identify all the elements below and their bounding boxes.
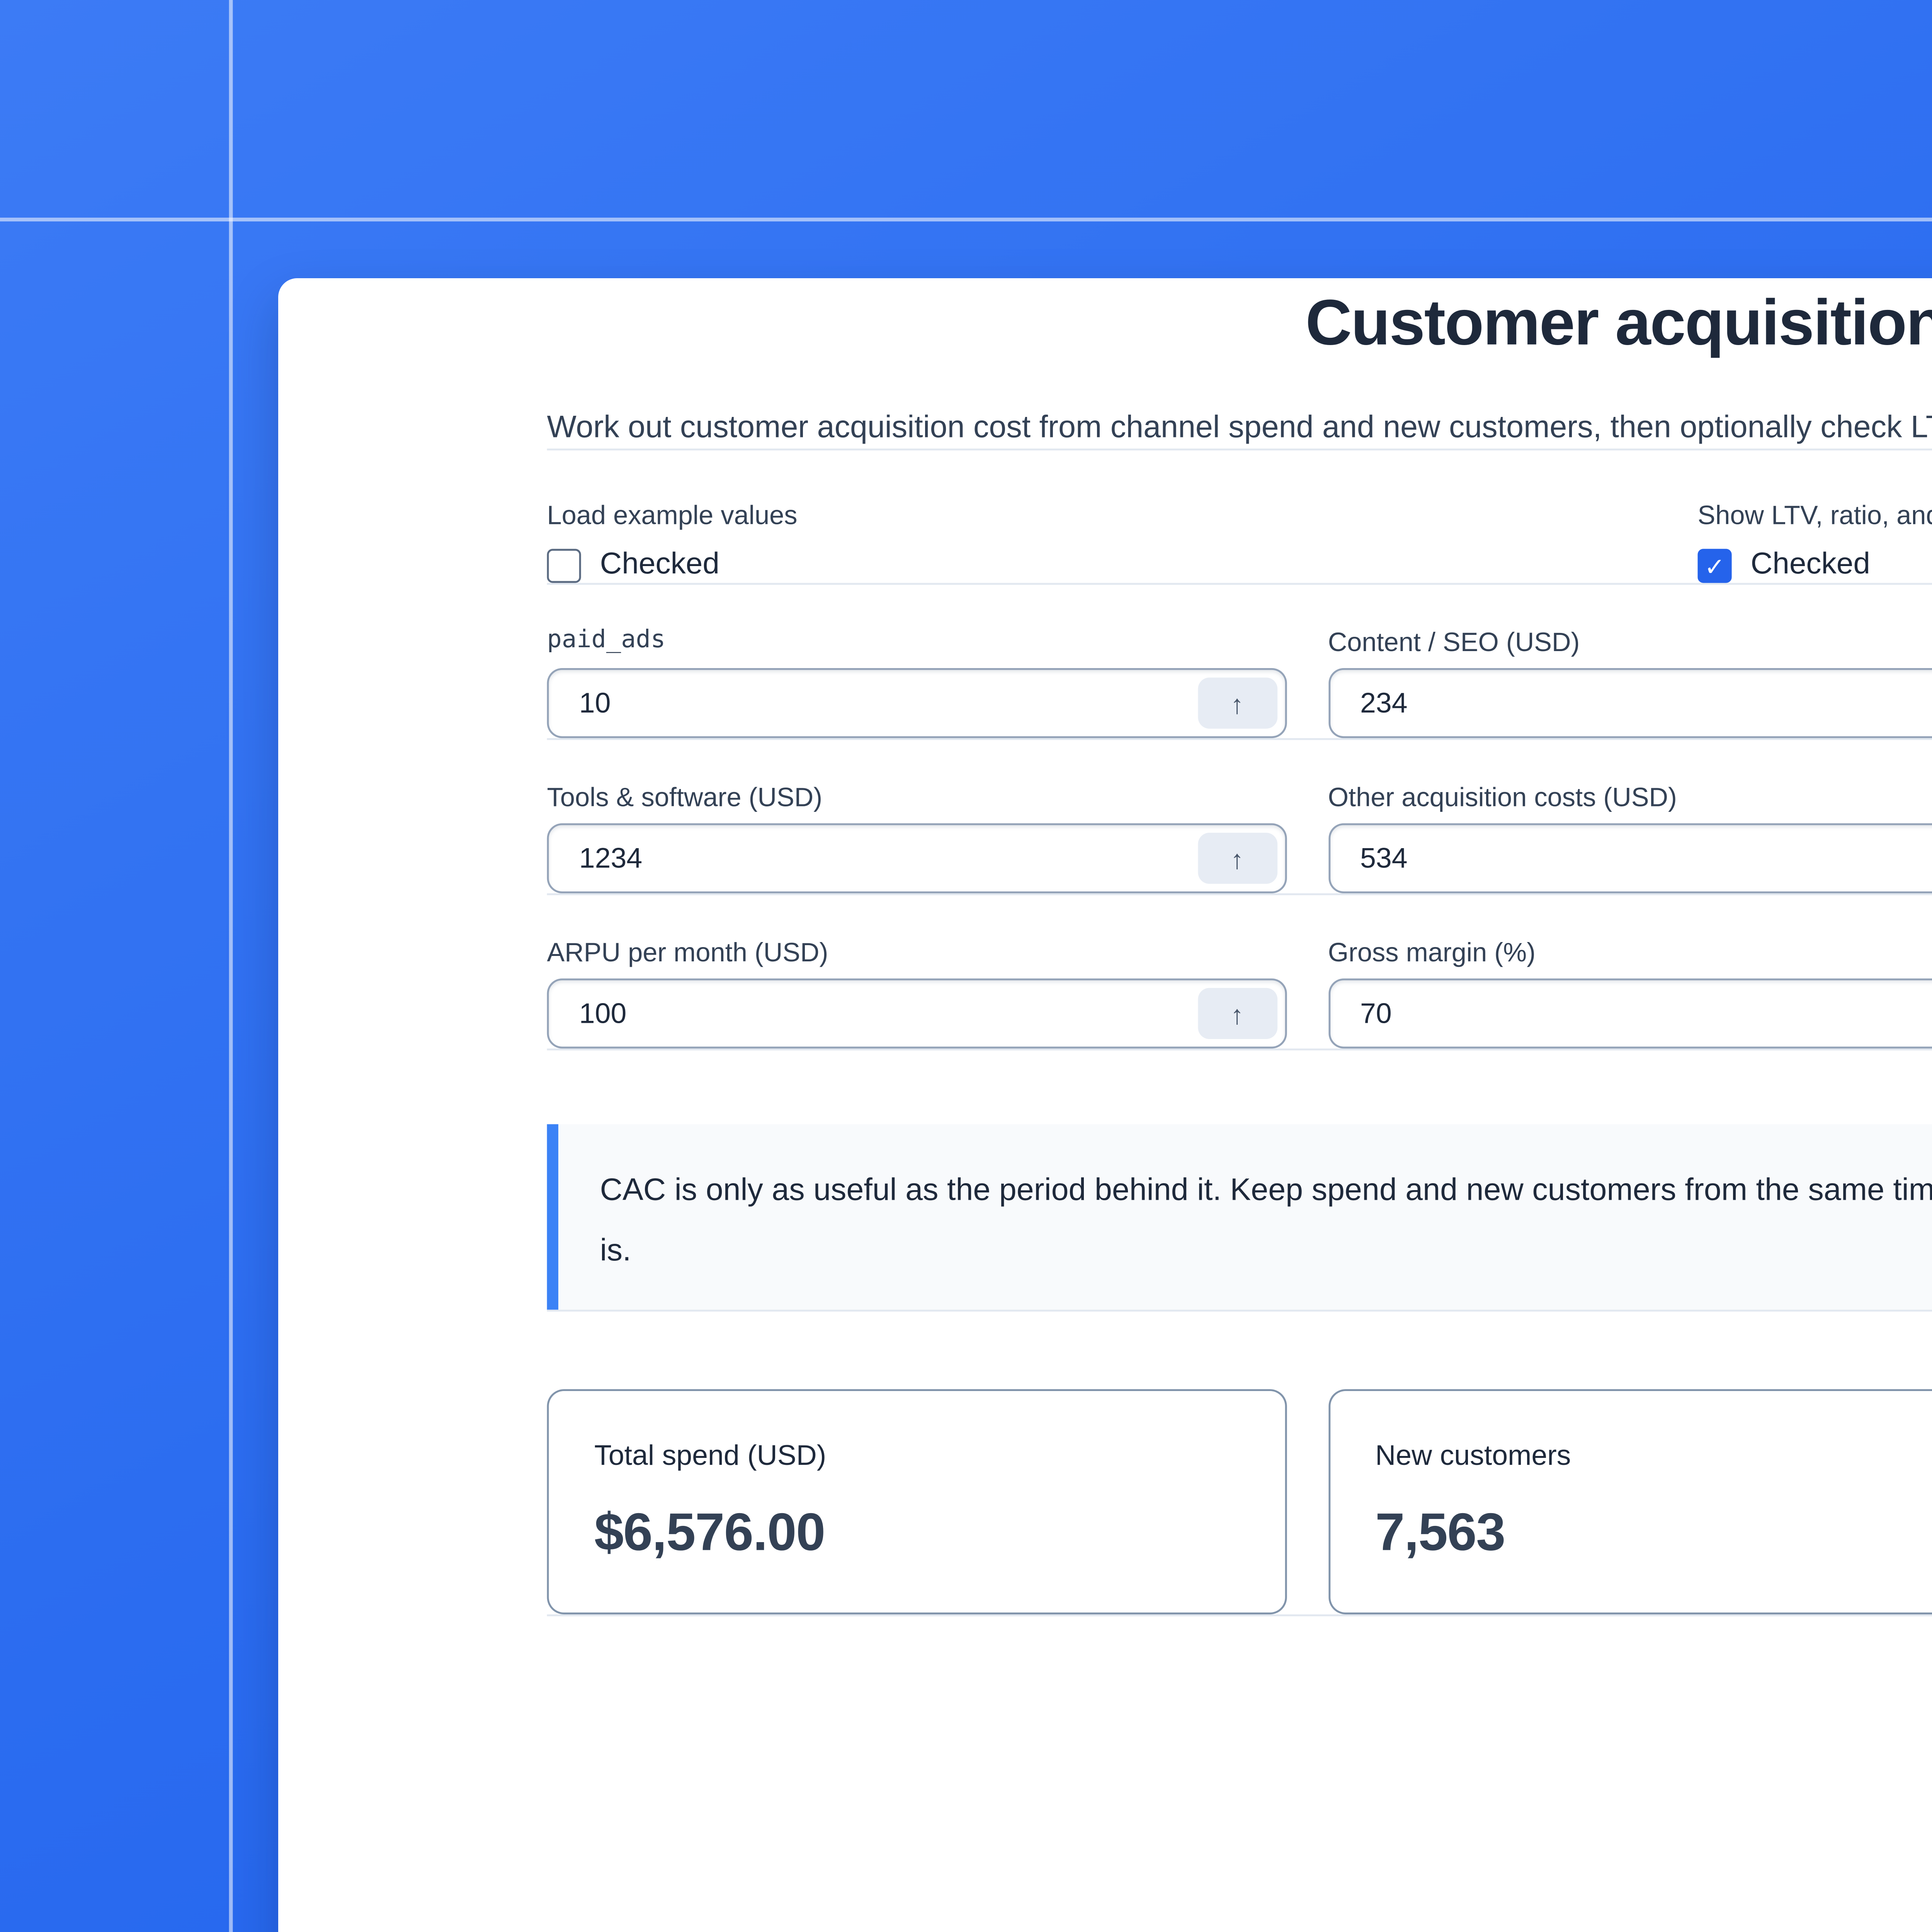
tools-software-input[interactable]: 1234 ↑	[547, 823, 1286, 893]
input-value: 1234	[579, 842, 643, 874]
input-value: 10	[579, 687, 611, 719]
screenshot-viewport: Customer acquisition cost Work out custo…	[0, 0, 1932, 1932]
form-row-3: ARPU per month (USD) 100 ↑ Gross margin …	[547, 935, 1932, 1049]
show-ltv-checkbox[interactable]: ✓ Checked	[1697, 549, 1932, 583]
arrow-up-icon: ↑	[1230, 843, 1244, 874]
toggle-load-example: Load example values ✓ Checked	[547, 498, 1698, 583]
field-paid-ads: paid_ads 10 ↑	[547, 624, 1286, 738]
field-label: paid_ads	[547, 626, 666, 655]
other-acquisition-costs-input[interactable]: 534 ↑	[1328, 823, 1932, 893]
result-label: Total spend (USD)	[594, 1440, 827, 1473]
field-label: Content / SEO (USD)	[1328, 626, 1580, 657]
card-content: Customer acquisition cost Work out custo…	[547, 278, 1932, 1616]
background-horizontal-line	[0, 218, 1932, 221]
content-seo-input[interactable]: 234 ↑	[1328, 668, 1932, 738]
input-value: 234	[1360, 687, 1408, 719]
field-gross-margin: Gross margin (%) 70 ↑	[1328, 935, 1932, 1049]
app-window: Customer acquisition cost Work out custo…	[0, 0, 1932, 1932]
page-title: Customer acquisition cost	[1305, 287, 1932, 360]
paid-ads-input[interactable]: 10 ↑	[547, 668, 1286, 738]
divider	[547, 1310, 1932, 1312]
input-value: 70	[1360, 997, 1392, 1030]
result-value: 7,563	[1375, 1503, 1505, 1561]
calculator-card: Customer acquisition cost Work out custo…	[278, 278, 1932, 1932]
checkbox-label: Checked	[600, 549, 720, 581]
checkbox-icon[interactable]: ✓	[547, 549, 581, 583]
toggle-label: Show LTV, ratio, and payback	[1697, 500, 1932, 530]
divider	[547, 1614, 1932, 1616]
result-card-total-spend: Total spend (USD) $6,576.00	[547, 1389, 1286, 1614]
gross-margin-input[interactable]: 70 ↑	[1328, 978, 1932, 1049]
divider	[547, 583, 1932, 585]
field-label: Gross margin (%)	[1328, 937, 1536, 967]
result-label: New customers	[1375, 1440, 1571, 1473]
form-row-1: paid_ads 10 ↑ Content / SEO (USD) 234 ↑	[547, 624, 1932, 738]
input-value: 534	[1360, 842, 1408, 874]
divider	[547, 893, 1932, 895]
stepper-up-button[interactable]: ↑	[1197, 677, 1277, 729]
arrow-up-icon: ↑	[1230, 998, 1244, 1029]
arrow-up-icon: ↑	[1230, 688, 1244, 718]
load-example-checkbox[interactable]: ✓ Checked	[547, 549, 1698, 583]
info-callout: CAC is only as useful as the period behi…	[547, 1124, 1932, 1310]
result-value: $6,576.00	[594, 1503, 825, 1561]
input-value: 100	[579, 997, 627, 1030]
checkmark-icon: ✓	[1704, 551, 1725, 580]
result-card-new-customers: New customers 7,563	[1328, 1389, 1932, 1614]
toggle-show-ltv: Show LTV, ratio, and payback ✓ Checked	[1697, 498, 1932, 583]
callout-text: CAC is only as useful as the period behi…	[600, 1173, 1932, 1268]
field-tools-software: Tools & software (USD) 1234 ↑	[547, 780, 1286, 893]
stepper-up-button[interactable]: ↑	[1197, 988, 1277, 1039]
toggle-section: Load example values ✓ Checked Show LTV, …	[547, 498, 1932, 583]
field-label: Other acquisition costs (USD)	[1328, 781, 1677, 812]
field-label: Tools & software (USD)	[547, 781, 823, 812]
page-subtitle: Work out customer acquisition cost from …	[547, 410, 1932, 445]
form-row-2: Tools & software (USD) 1234 ↑ Other acqu…	[547, 780, 1932, 893]
toggle-label: Load example values	[547, 500, 798, 530]
divider	[547, 738, 1932, 740]
stepper-up-button[interactable]: ↑	[1197, 833, 1277, 884]
field-label: ARPU per month (USD)	[547, 937, 828, 967]
field-content-seo: Content / SEO (USD) 234 ↑	[1328, 624, 1932, 738]
divider	[547, 448, 1932, 451]
checkbox-icon[interactable]: ✓	[1697, 549, 1732, 583]
arpu-input[interactable]: 100 ↑	[547, 978, 1286, 1049]
background-vertical-line	[229, 0, 232, 1932]
field-other-acquisition-costs: Other acquisition costs (USD) 534 ↑	[1328, 780, 1932, 893]
divider	[547, 1048, 1932, 1051]
field-arpu: ARPU per month (USD) 100 ↑	[547, 935, 1286, 1049]
results-section: Total spend (USD) $6,576.00 New customer…	[547, 1389, 1932, 1614]
checkbox-label: Checked	[1750, 549, 1870, 581]
